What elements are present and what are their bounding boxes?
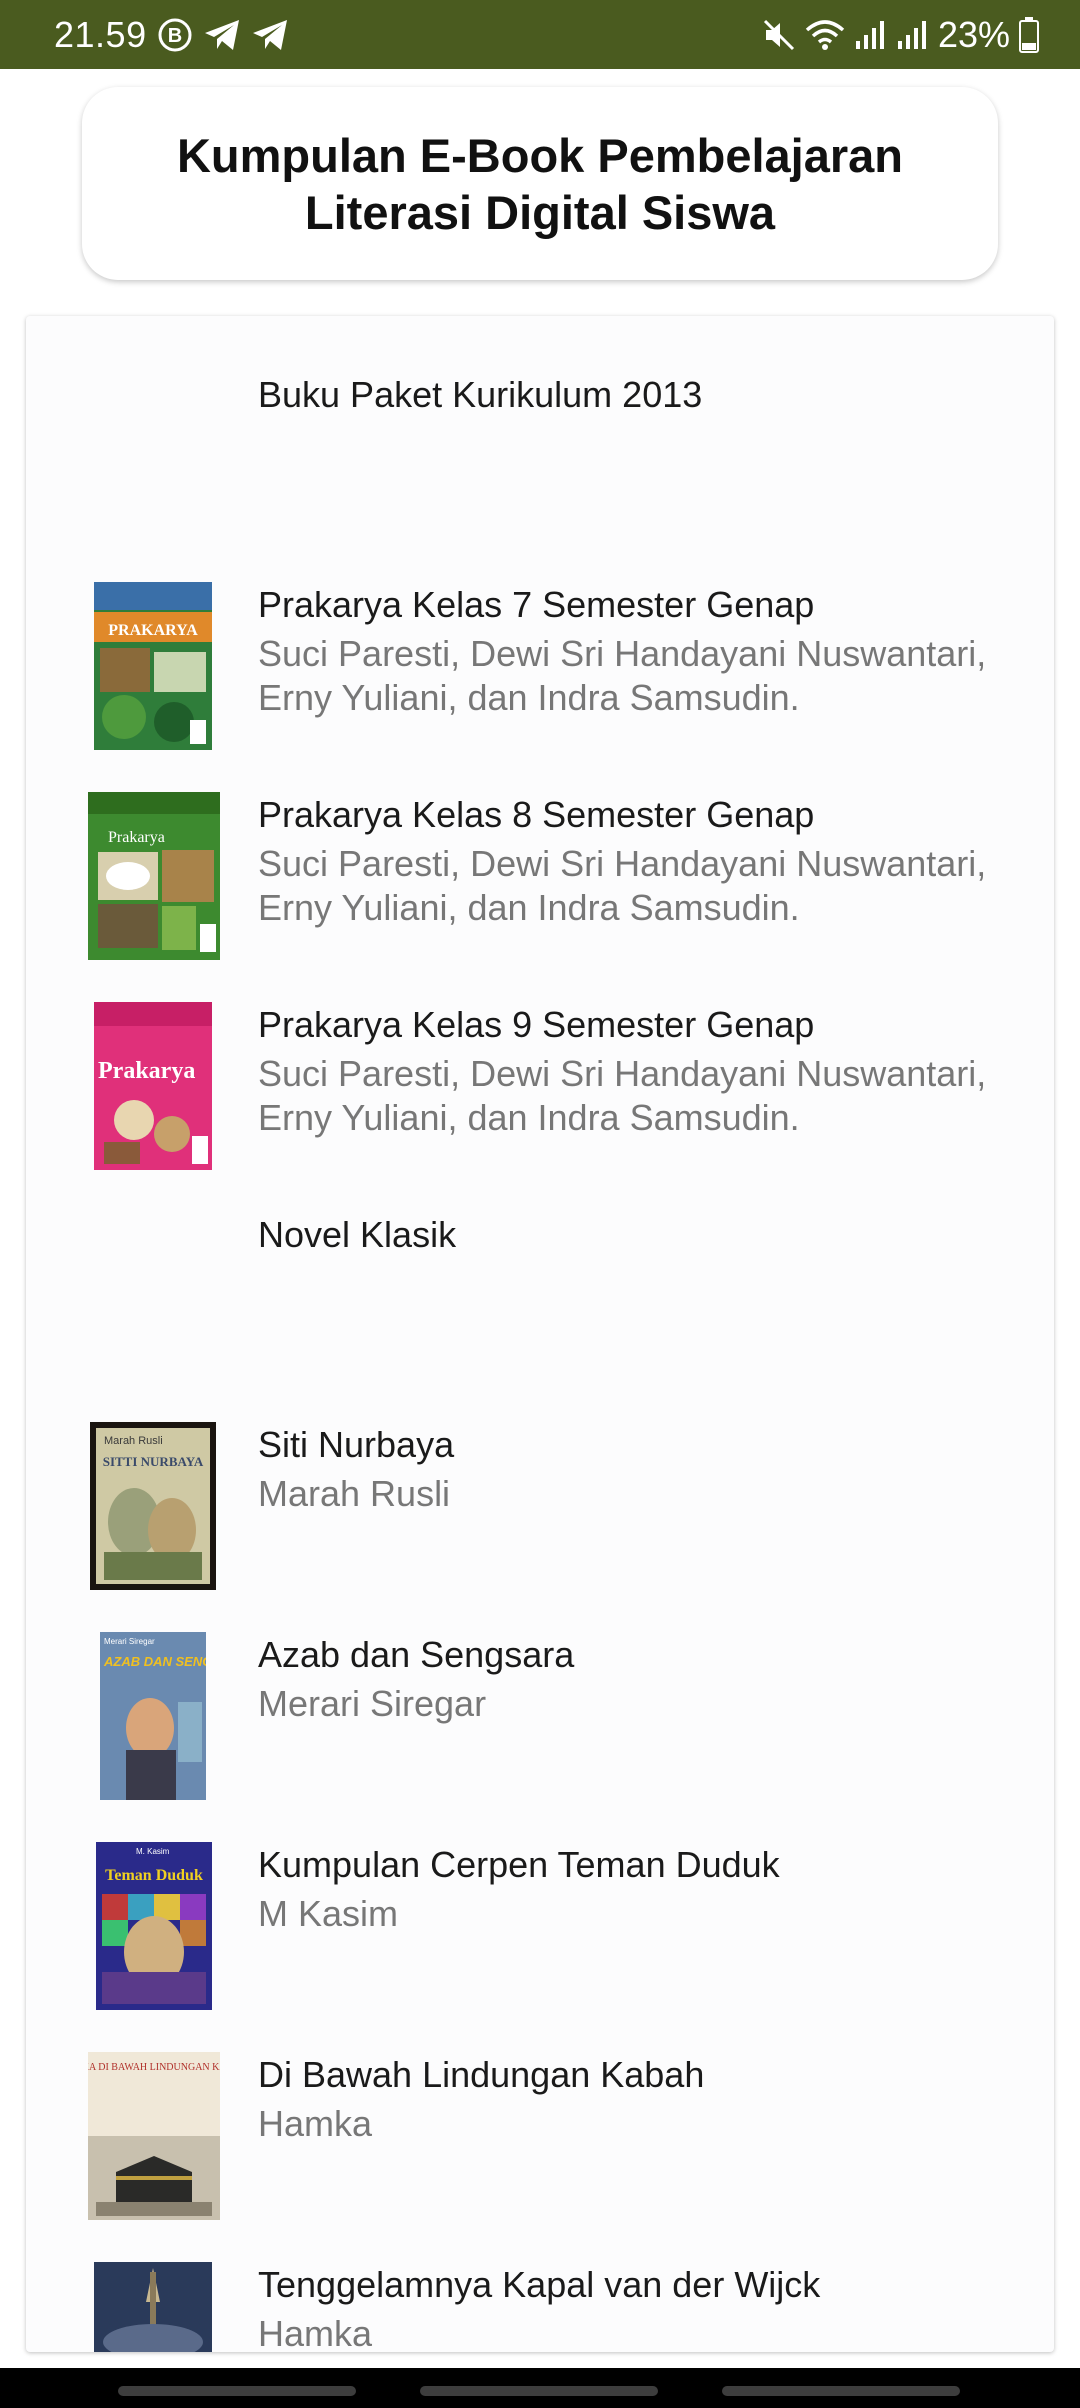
status-bar: 21.59 B 23% [0,0,1080,69]
list-item-tenggelamnya-kapal[interactable]: Tenggelamnya Kapal van der Wijck Hamka [26,2248,1054,2352]
item-text: Di Bawah Lindungan Kabah Hamka [258,2052,1014,2146]
item-title: Tenggelamnya Kapal van der Wijck [258,2264,821,2305]
nav-back-handle[interactable] [722,2386,960,2396]
item-text: Buku Paket Kurikulum 2013 [258,372,1014,418]
header-card: Kumpulan E-Book Pembelajaran Literasi Di… [82,87,998,280]
navigation-bar [0,2368,1080,2408]
list-item-di-bawah-lindungan-kabah[interactable]: HAMKA DI BAWAH LINDUNGAN KA'BAH Di Bawah… [26,2038,1054,2248]
list-item-prakarya-9[interactable]: Prakarya Prakarya Kelas 9 Semester Genap… [26,988,1054,1198]
item-author: Hamka [258,2313,373,2352]
item-author: Suci Paresti, Dewi Sri Handayani Nuswant… [258,1053,987,1138]
cover-title: AZAB DAN SENGSARA [103,1654,206,1669]
cover-author: M. Kasim [136,1847,170,1856]
item-title: Di Bawah Lindungan Kabah [258,2054,705,2095]
signal-icon [896,19,930,51]
item-text: Siti Nurbaya Marah Rusli [258,1422,1014,1516]
cover-title: Prakarya [108,829,165,846]
svg-text:B: B [167,25,181,47]
item-text: Tenggelamnya Kapal van der Wijck Hamka [258,2262,1014,2352]
book-cover-image: Prakarya [88,792,220,960]
book-cover-image: Prakarya [94,1002,212,1170]
item-title: Novel Klasik [258,1214,457,1255]
list-item-teman-duduk[interactable]: M. Kasim Teman Duduk Kumpulan Cerpen Tem… [26,1828,1054,2038]
list-item-section-buku-paket[interactable]: Buku Paket Kurikulum 2013 [26,358,1054,568]
page-title: Kumpulan E-Book Pembelajaran Literasi Di… [176,128,904,239]
item-text: Prakarya Kelas 8 Semester Genap Suci Par… [258,792,1014,930]
mute-icon [762,18,796,52]
nav-home-handle[interactable] [420,2386,658,2396]
item-title: Azab dan Sengsara [258,1634,575,1675]
item-title: Prakarya Kelas 9 Semester Genap [258,1004,815,1045]
battery-icon [1018,16,1040,53]
list-item-siti-nurbaya[interactable]: Marah Rusli SITTI NURBAYA Siti Nurbaya M… [26,1408,1054,1618]
cover-title: SITTI NURBAYA [103,1454,204,1469]
cover-author: Marah Rusli [104,1435,163,1447]
list-item-prakarya-8[interactable]: Prakarya Prakarya Kelas 8 Semester Genap… [26,778,1054,988]
item-text: Prakarya Kelas 7 Semester Genap Suci Par… [258,582,1014,720]
item-author: M Kasim [258,1893,399,1934]
item-text: Kumpulan Cerpen Teman Duduk M Kasim [258,1842,1014,1936]
battery-percent: 23% [937,13,1010,55]
item-title: Prakarya Kelas 8 Semester Genap [258,794,815,835]
cover-title: Prakarya [98,1058,195,1084]
nav-recents-handle[interactable] [118,2386,356,2396]
book-cover-image: Merari Siregar AZAB DAN SENGSARA [100,1632,206,1800]
item-title: Siti Nurbaya [258,1424,455,1465]
wifi-icon [804,18,846,52]
cover-title: HAMKA DI BAWAH LINDUNGAN KA'BAH [88,2062,220,2073]
status-right: 23% [754,14,1040,56]
signal-icon [854,19,888,51]
item-author: Suci Paresti, Dewi Sri Handayani Nuswant… [258,633,987,718]
item-title: Buku Paket Kurikulum 2013 [258,374,703,415]
telegram-icon [203,18,241,52]
book-cover-image: M. Kasim Teman Duduk [96,1842,212,2010]
item-text: Prakarya Kelas 9 Semester Genap Suci Par… [258,1002,1014,1140]
book-cover-image: HAMKA DI BAWAH LINDUNGAN KA'BAH [88,2052,220,2220]
book-cover-image: Marah Rusli SITTI NURBAYA [90,1422,216,1590]
telegram-icon [251,18,289,52]
item-author: Marah Rusli [258,1473,451,1514]
item-author: Suci Paresti, Dewi Sri Handayani Nuswant… [258,843,987,928]
book-cover-image: PRAKARYA [94,582,212,750]
status-time: 21.59 [54,13,147,55]
list-item-azab-dan-sengsara[interactable]: Merari Siregar AZAB DAN SENGSARA Azab da… [26,1618,1054,1828]
cover-author: Merari Siregar [104,1637,155,1646]
item-text: Azab dan Sengsara Merari Siregar [258,1632,1014,1726]
cover-title: Teman Duduk [105,1867,203,1884]
item-author: Hamka [258,2103,373,2144]
list-item-section-novel-klasik[interactable]: Novel Klasik [26,1198,1054,1408]
ebook-list[interactable]: Buku Paket Kurikulum 2013 PRAKARYA Praka… [26,316,1054,2352]
b-circle-icon: B [157,17,193,53]
item-title: Kumpulan Cerpen Teman Duduk [258,1844,780,1885]
item-text: Novel Klasik [258,1212,1014,1258]
item-author: Merari Siregar [258,1683,487,1724]
item-title: Prakarya Kelas 7 Semester Genap [258,584,815,625]
status-left: 21.59 B [54,14,289,56]
cover-title: PRAKARYA [108,622,198,639]
book-cover-image [94,2262,212,2352]
list-item-prakarya-7[interactable]: PRAKARYA Prakarya Kelas 7 Semester Genap… [26,568,1054,778]
